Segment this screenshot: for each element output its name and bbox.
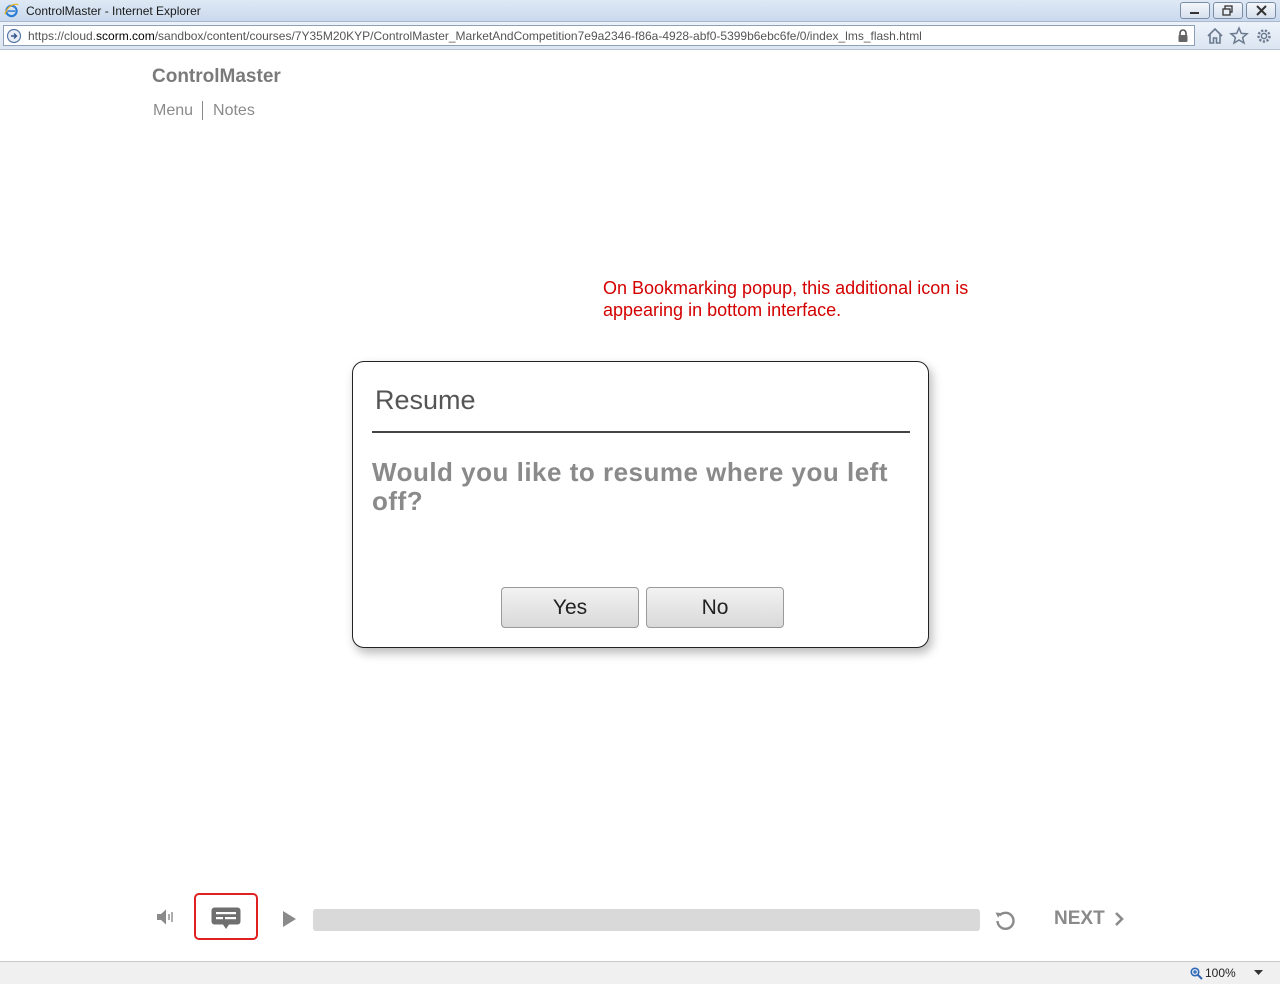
yes-button[interactable]: Yes [501, 587, 639, 628]
replay-icon[interactable] [993, 908, 1017, 932]
status-bar: 100% [0, 961, 1280, 984]
zoom-icon [1190, 966, 1203, 980]
annotation-note: On Bookmarking popup, this additional ic… [603, 278, 969, 320]
dialog-message: Would you like to resume where you left … [372, 457, 889, 516]
window-title: ControlMaster - Internet Explorer [26, 4, 201, 18]
nav-divider [202, 101, 204, 120]
url-field[interactable]: https://cloud.scorm.com/sandbox/content/… [3, 25, 1195, 46]
zoom-level: 100% [1205, 966, 1236, 980]
play-icon[interactable] [281, 910, 297, 928]
url-text: https://cloud.scorm.com/sandbox/content/… [28, 29, 922, 43]
progress-bar[interactable] [313, 909, 980, 931]
dialog-title: Resume [375, 385, 476, 415]
internet-explorer-icon [4, 3, 19, 18]
minimize-icon [1190, 11, 1199, 14]
dialog-divider [372, 431, 910, 433]
window-titlebar: ControlMaster - Internet Explorer [0, 0, 1280, 22]
lock-icon[interactable] [1176, 28, 1190, 44]
next-label: NEXT [1054, 908, 1105, 929]
notes-link[interactable]: Notes [213, 102, 255, 120]
minimize-button[interactable] [1180, 2, 1210, 19]
course-nav: Menu Notes [153, 101, 255, 120]
close-icon [1255, 5, 1267, 16]
chevron-right-icon [1114, 912, 1124, 926]
favorites-star-icon[interactable] [1229, 26, 1249, 46]
next-button[interactable]: NEXT [1054, 908, 1124, 930]
home-icon[interactable] [1205, 26, 1225, 46]
close-window-button[interactable] [1246, 2, 1276, 19]
address-bar: https://cloud.scorm.com/sandbox/content/… [0, 22, 1280, 50]
volume-icon[interactable] [155, 906, 177, 928]
chevron-down-icon [1253, 970, 1263, 975]
no-button[interactable]: No [646, 587, 784, 628]
restore-button[interactable] [1213, 2, 1243, 19]
course-title: ControlMaster [152, 66, 281, 87]
gear-icon[interactable] [1254, 26, 1274, 46]
closed-caption-icon[interactable] [211, 907, 241, 931]
resume-dialog: Resume Would you like to resume where yo… [352, 361, 929, 648]
zoom-control[interactable]: 100% [1190, 966, 1263, 980]
restore-icon [1222, 5, 1233, 16]
page-icon [6, 28, 22, 44]
menu-link[interactable]: Menu [153, 102, 193, 120]
